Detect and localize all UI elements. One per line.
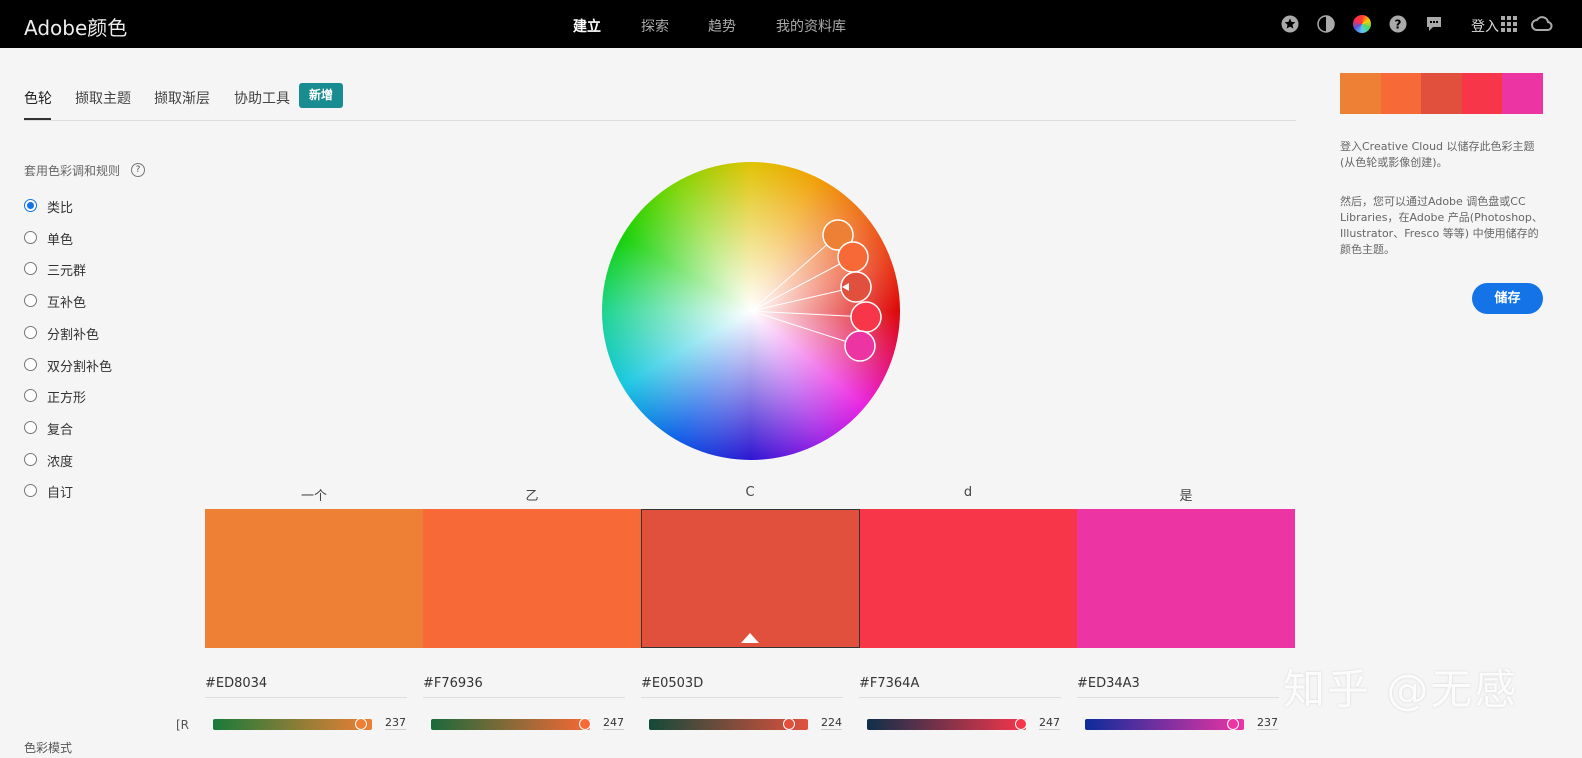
color-handle[interactable]	[837, 241, 869, 273]
tab-color-wheel[interactable]: 色轮	[24, 88, 52, 108]
color-swatch[interactable]	[1077, 509, 1295, 648]
tab-extract-theme[interactable]: 撷取主题	[75, 88, 131, 108]
slider-knob[interactable]	[579, 718, 592, 730]
handle-line	[750, 256, 854, 312]
preview-swatch	[1340, 73, 1381, 114]
rule-label: 单色	[47, 233, 74, 248]
swatch-label: C	[745, 485, 755, 500]
r-slider[interactable]	[1085, 718, 1244, 730]
rule-label: 复合	[47, 423, 74, 438]
slider-knob[interactable]	[1015, 718, 1028, 730]
nav-my-library[interactable]: 我的资料库	[776, 16, 846, 36]
r-slider[interactable]	[431, 718, 592, 730]
radio-checked-icon[interactable]	[24, 199, 37, 212]
swatch-label: 是	[1179, 489, 1193, 504]
preview-swatch	[1380, 73, 1422, 114]
nav-explore[interactable]: 探索	[641, 16, 669, 36]
radio-icon[interactable]	[24, 389, 37, 402]
svg-text:?: ?	[1395, 18, 1402, 32]
r-value[interactable]: 224	[821, 716, 842, 730]
rule-label: 双分割补色	[47, 360, 113, 375]
color-swatch[interactable]	[423, 509, 641, 648]
handle-line	[750, 286, 857, 312]
new-badge: 新增	[299, 83, 343, 108]
top-bar: Adobe颜色 建立 探索 趋势 我的资料库 ? 登入	[0, 0, 1582, 48]
rule-label: 分割补色	[47, 328, 100, 343]
color-swatch-selected[interactable]	[641, 509, 860, 648]
color-swatch[interactable]	[860, 509, 1077, 648]
nav-create[interactable]: 建立	[573, 16, 601, 36]
rule-label: 类比	[47, 201, 74, 216]
color-swatch[interactable]	[205, 509, 423, 648]
signin-prompt-text: 登入Creative Cloud 以储存此色彩主题 (从色轮或影像创建)。	[1340, 140, 1535, 169]
harmony-rules-title: 套用色彩调和规则	[24, 164, 121, 178]
channel-label: [R	[176, 718, 190, 732]
preview-swatch	[1421, 73, 1462, 114]
base-color-arrow-icon	[741, 633, 759, 643]
radio-icon[interactable]	[24, 326, 37, 339]
star-icon[interactable]	[1281, 15, 1299, 33]
chat-icon[interactable]	[1425, 15, 1443, 33]
r-value[interactable]: 237	[385, 716, 406, 730]
radio-icon[interactable]	[24, 294, 37, 307]
radio-icon[interactable]	[24, 453, 37, 466]
creative-cloud-icon[interactable]	[1531, 15, 1553, 33]
rule-label: 三元群	[47, 264, 87, 279]
handle-line	[750, 234, 839, 312]
r-slider[interactable]	[649, 718, 808, 730]
swatch-label: 一个	[300, 489, 327, 504]
radio-icon[interactable]	[24, 484, 37, 497]
hex-input[interactable]: #ED34A3	[1077, 676, 1279, 698]
rule-label: 互补色	[47, 296, 87, 311]
tab-accessibility-tools[interactable]: 协助工具	[234, 88, 290, 108]
rule-label: 正方形	[47, 391, 87, 406]
r-slider[interactable]	[213, 718, 372, 730]
swatch-label: d	[963, 485, 973, 500]
radio-icon[interactable]	[24, 358, 37, 371]
color-handle[interactable]	[850, 301, 882, 333]
hex-input[interactable]: #F7364A	[859, 676, 1061, 698]
preview-swatch	[1502, 73, 1543, 114]
color-mode-label: 色彩模式	[24, 741, 73, 755]
radio-icon[interactable]	[24, 421, 37, 434]
r-value[interactable]: 237	[1257, 716, 1278, 730]
libraries-info-text: 然后，您可以通过Adobe 调色盘或CC Libraries，在Adobe 产品…	[1340, 195, 1543, 256]
help-icon[interactable]: ?	[1389, 15, 1407, 33]
swatch-label: 乙	[525, 489, 539, 504]
tabs-divider	[24, 120, 1296, 121]
rule-label: 浓度	[47, 455, 74, 470]
watermark: 知乎 @无感	[1283, 665, 1519, 714]
contrast-icon[interactable]	[1317, 15, 1335, 33]
apps-grid-icon[interactable]	[1500, 15, 1518, 33]
rule-label: 自订	[47, 486, 74, 501]
r-slider[interactable]	[867, 718, 1028, 730]
hex-input[interactable]: #E0503D	[641, 676, 843, 698]
help-icon[interactable]: ?	[131, 163, 145, 177]
radio-icon[interactable]	[24, 231, 37, 244]
tab-extract-gradient[interactable]: 撷取渐层	[154, 88, 210, 108]
slider-knob[interactable]	[354, 718, 367, 730]
hex-input[interactable]: #ED8034	[205, 676, 407, 698]
r-value[interactable]: 247	[1039, 716, 1060, 730]
r-value[interactable]: 247	[603, 716, 624, 730]
preview-swatch	[1461, 73, 1503, 114]
wheel-handles	[750, 219, 882, 362]
slider-knob[interactable]	[782, 718, 795, 730]
color-wheel-icon[interactable]	[1353, 15, 1371, 33]
hex-input[interactable]: #F76936	[423, 676, 625, 698]
theme-preview	[1340, 73, 1543, 114]
radio-icon[interactable]	[24, 262, 37, 275]
save-button[interactable]: 储存	[1472, 283, 1543, 314]
login-link[interactable]: 登入	[1471, 16, 1499, 36]
app-logo[interactable]: Adobe颜色	[24, 12, 127, 41]
color-handle[interactable]	[844, 330, 876, 362]
nav-trends[interactable]: 趋势	[708, 16, 736, 36]
slider-knob[interactable]	[1226, 718, 1239, 730]
